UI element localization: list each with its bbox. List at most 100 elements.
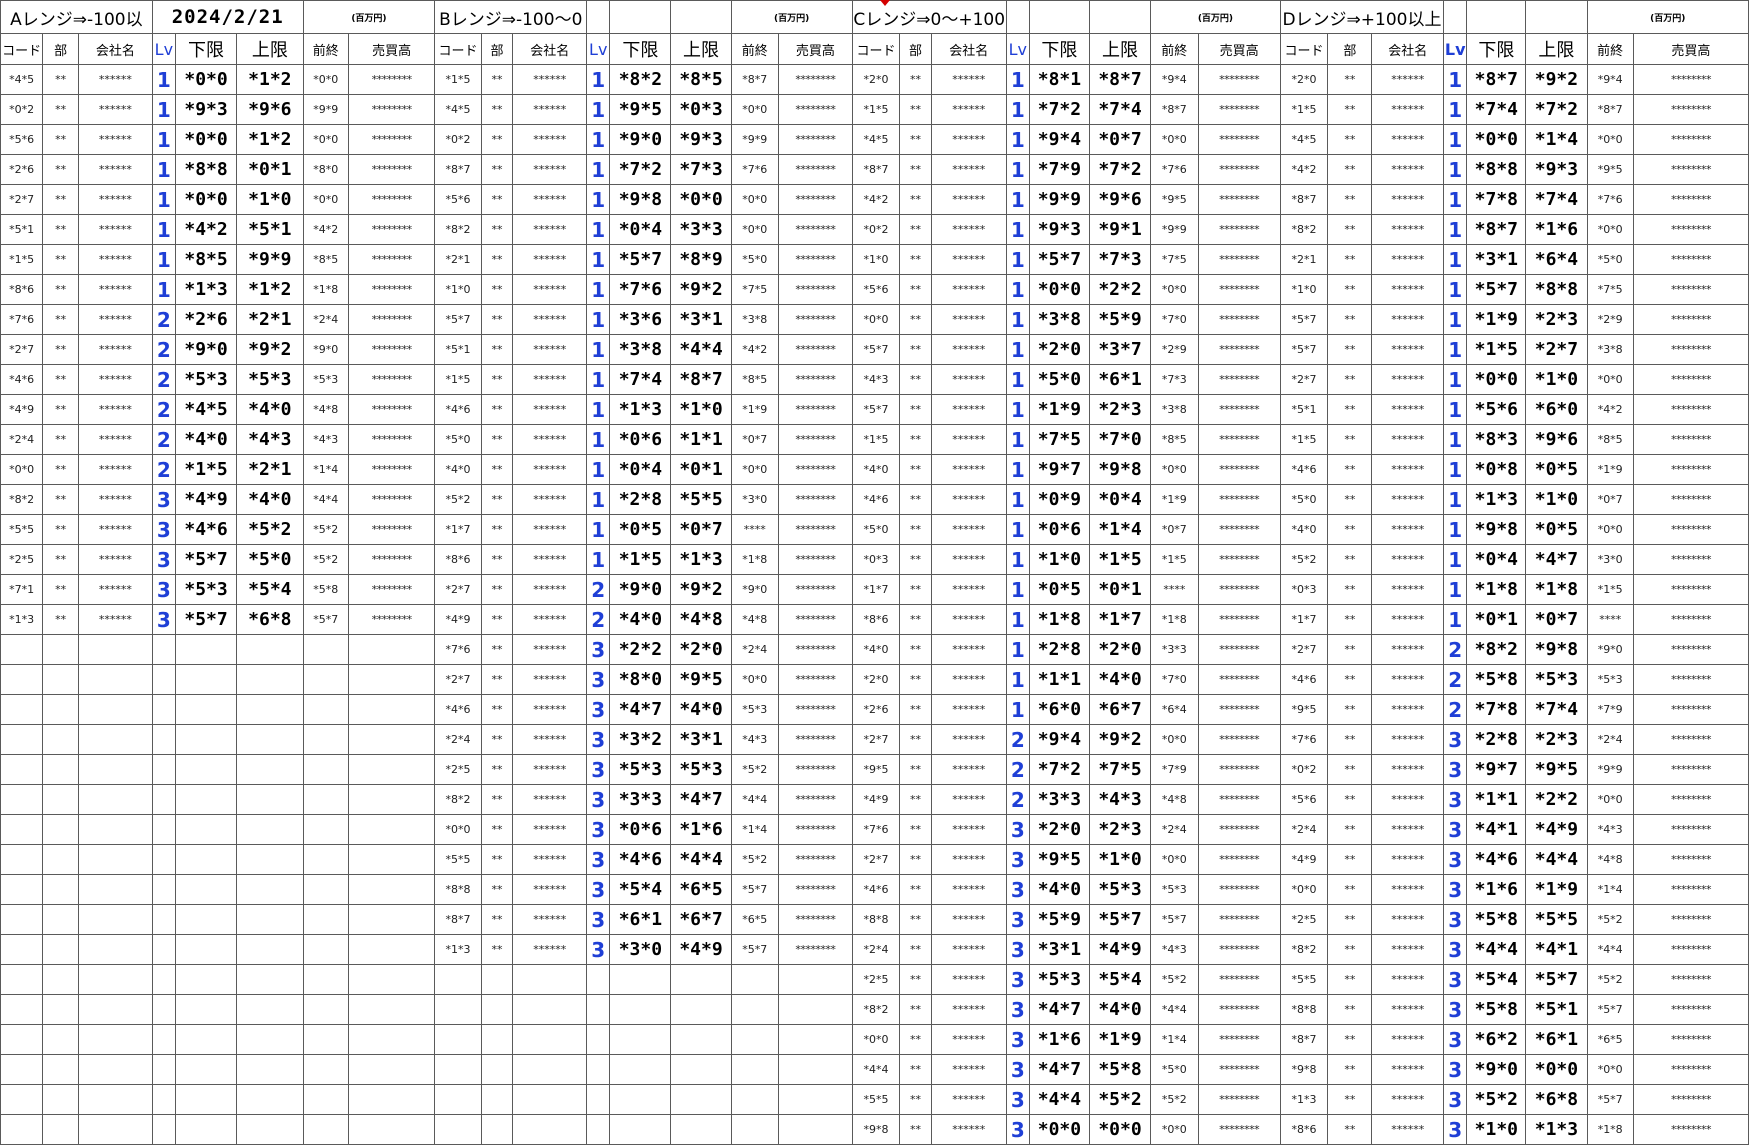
cell-prev-close[interactable]: *5*7 [730, 874, 779, 905]
cell-lower[interactable]: *7*6 [609, 274, 672, 305]
cell-bu[interactable]: ** [899, 754, 932, 785]
cell-upper[interactable]: *9*8 [1088, 454, 1152, 485]
cell-lv[interactable]: 1 [1005, 634, 1030, 665]
cell-lower[interactable]: *8*2 [1466, 634, 1527, 665]
cell-code[interactable]: *1*0 [1279, 274, 1329, 305]
cell-volume[interactable] [777, 1084, 853, 1115]
cell-bu[interactable]: ** [480, 574, 514, 605]
cell-lower[interactable]: *1*3 [174, 274, 238, 305]
cell-bu[interactable]: ** [899, 994, 932, 1025]
cell-lower[interactable] [609, 1084, 672, 1115]
cell-upper[interactable]: *1*3 [1525, 1114, 1588, 1145]
cell-volume[interactable]: ******** [1632, 514, 1749, 545]
cell-lv[interactable]: 2 [151, 334, 176, 365]
cell-lower[interactable]: *9*9 [1028, 184, 1090, 215]
cell-upper[interactable]: *5*1 [236, 214, 304, 245]
cell-company[interactable]: ****** [1371, 304, 1445, 335]
cell-company[interactable]: ****** [1371, 364, 1445, 395]
cell-volume[interactable]: ******** [1197, 574, 1281, 605]
cell-prev-close[interactable]: *1*8 [730, 544, 779, 575]
cell-code[interactable] [434, 1114, 482, 1145]
cell-volume[interactable]: ******** [1197, 1084, 1281, 1115]
cell-lv[interactable] [151, 664, 176, 695]
cell-lower[interactable]: *1*3 [609, 394, 672, 425]
cell-volume[interactable]: ******** [347, 604, 436, 635]
cell-code[interactable]: *4*0 [434, 454, 482, 485]
cell-lower[interactable]: *1*1 [1028, 664, 1090, 695]
cell-prev-close[interactable]: *7*6 [1586, 184, 1634, 215]
cell-prev-close[interactable]: *1*8 [1586, 1114, 1634, 1145]
cell-volume[interactable]: ******** [1632, 604, 1749, 635]
cell-upper[interactable]: *4*0 [236, 484, 304, 515]
cell-bu[interactable] [480, 994, 514, 1025]
cell-prev-close[interactable] [302, 694, 349, 725]
cell-prev-close[interactable] [730, 994, 779, 1025]
cell-lower[interactable] [174, 1114, 238, 1145]
cell-upper[interactable]: *9*3 [1525, 154, 1588, 185]
cell-prev-close[interactable]: *4*2 [730, 334, 779, 365]
cell-lv[interactable]: 1 [586, 274, 611, 305]
cell-volume[interactable]: ******** [777, 724, 853, 755]
cell-bu[interactable]: ** [899, 604, 932, 635]
cell-prev-close[interactable]: *3*8 [1586, 334, 1634, 365]
cell-volume[interactable]: ******** [1632, 424, 1749, 455]
cell-lv[interactable]: 3 [151, 604, 176, 635]
cell-code[interactable]: *1*5 [851, 424, 901, 455]
title-blank-2-0[interactable] [1005, 0, 1030, 34]
cell-prev-close[interactable]: *5*2 [1586, 904, 1634, 935]
cell-lower[interactable]: *0*4 [1466, 544, 1527, 575]
cell-upper[interactable]: *1*0 [1088, 844, 1152, 875]
cell-prev-close[interactable]: *4*8 [302, 394, 349, 425]
cell-prev-close[interactable]: *7*9 [1586, 694, 1634, 725]
cell-company[interactable]: ****** [512, 514, 588, 545]
cell-bu[interactable]: ** [899, 334, 932, 365]
cell-code[interactable]: *8*6 [0, 274, 44, 305]
cell-prev-close[interactable]: *5*7 [1586, 1084, 1634, 1115]
cell-volume[interactable]: ******** [1197, 634, 1281, 665]
cell-lower[interactable] [174, 934, 238, 965]
cell-bu[interactable]: ** [480, 424, 514, 455]
cell-lv[interactable]: 1 [1443, 214, 1468, 245]
cell-lv[interactable]: 3 [586, 904, 611, 935]
cell-upper[interactable]: *5*5 [670, 484, 732, 515]
cell-volume[interactable]: ******** [777, 814, 853, 845]
cell-company[interactable]: ****** [930, 1114, 1007, 1145]
header-1-3[interactable]: Lv [586, 33, 611, 65]
cell-lower[interactable] [174, 874, 238, 905]
cell-company[interactable]: ****** [512, 934, 588, 965]
cell-code[interactable]: *5*5 [0, 514, 44, 545]
cell-upper[interactable]: *4*4 [670, 334, 732, 365]
cell-lower[interactable]: *9*4 [1028, 724, 1090, 755]
cell-lower[interactable]: *7*2 [609, 154, 672, 185]
cell-company[interactable]: ****** [1371, 844, 1445, 875]
cell-lower[interactable]: *4*7 [1028, 1054, 1090, 1085]
cell-code[interactable]: *9*8 [1279, 1054, 1329, 1085]
cell-company[interactable]: ****** [1371, 484, 1445, 515]
cell-volume[interactable]: ******** [777, 634, 853, 665]
cell-company[interactable]: ****** [930, 604, 1007, 635]
cell-bu[interactable]: ** [1327, 184, 1373, 215]
cell-prev-close[interactable]: *0*0 [302, 184, 349, 215]
cell-lower[interactable]: *2*8 [1028, 634, 1090, 665]
cell-volume[interactable]: ******** [777, 484, 853, 515]
title-blank-3-1[interactable] [1466, 0, 1527, 34]
cell-lower[interactable]: *4*4 [1466, 934, 1527, 965]
cell-company[interactable]: ****** [930, 574, 1007, 605]
cell-lv[interactable]: 1 [1005, 64, 1030, 95]
cell-upper[interactable]: *4*0 [1088, 994, 1152, 1025]
cell-lower[interactable]: *0*5 [1028, 574, 1090, 605]
cell-volume[interactable]: ******** [1197, 484, 1281, 515]
cell-code[interactable]: *4*5 [0, 64, 44, 95]
title-blank-2-2[interactable] [1088, 0, 1152, 34]
cell-prev-close[interactable]: *1*4 [1150, 1024, 1199, 1055]
cell-bu[interactable]: ** [1327, 154, 1373, 185]
cell-lv[interactable]: 1 [1443, 424, 1468, 455]
cell-lv[interactable]: 3 [586, 874, 611, 905]
cell-volume[interactable]: ******** [1632, 694, 1749, 725]
cell-lower[interactable]: *4*9 [174, 484, 238, 515]
cell-bu[interactable] [42, 1114, 79, 1145]
cell-code[interactable]: *4*0 [851, 454, 901, 485]
cell-bu[interactable]: ** [42, 154, 79, 185]
cell-bu[interactable]: ** [1327, 844, 1373, 875]
cell-prev-close[interactable] [302, 934, 349, 965]
